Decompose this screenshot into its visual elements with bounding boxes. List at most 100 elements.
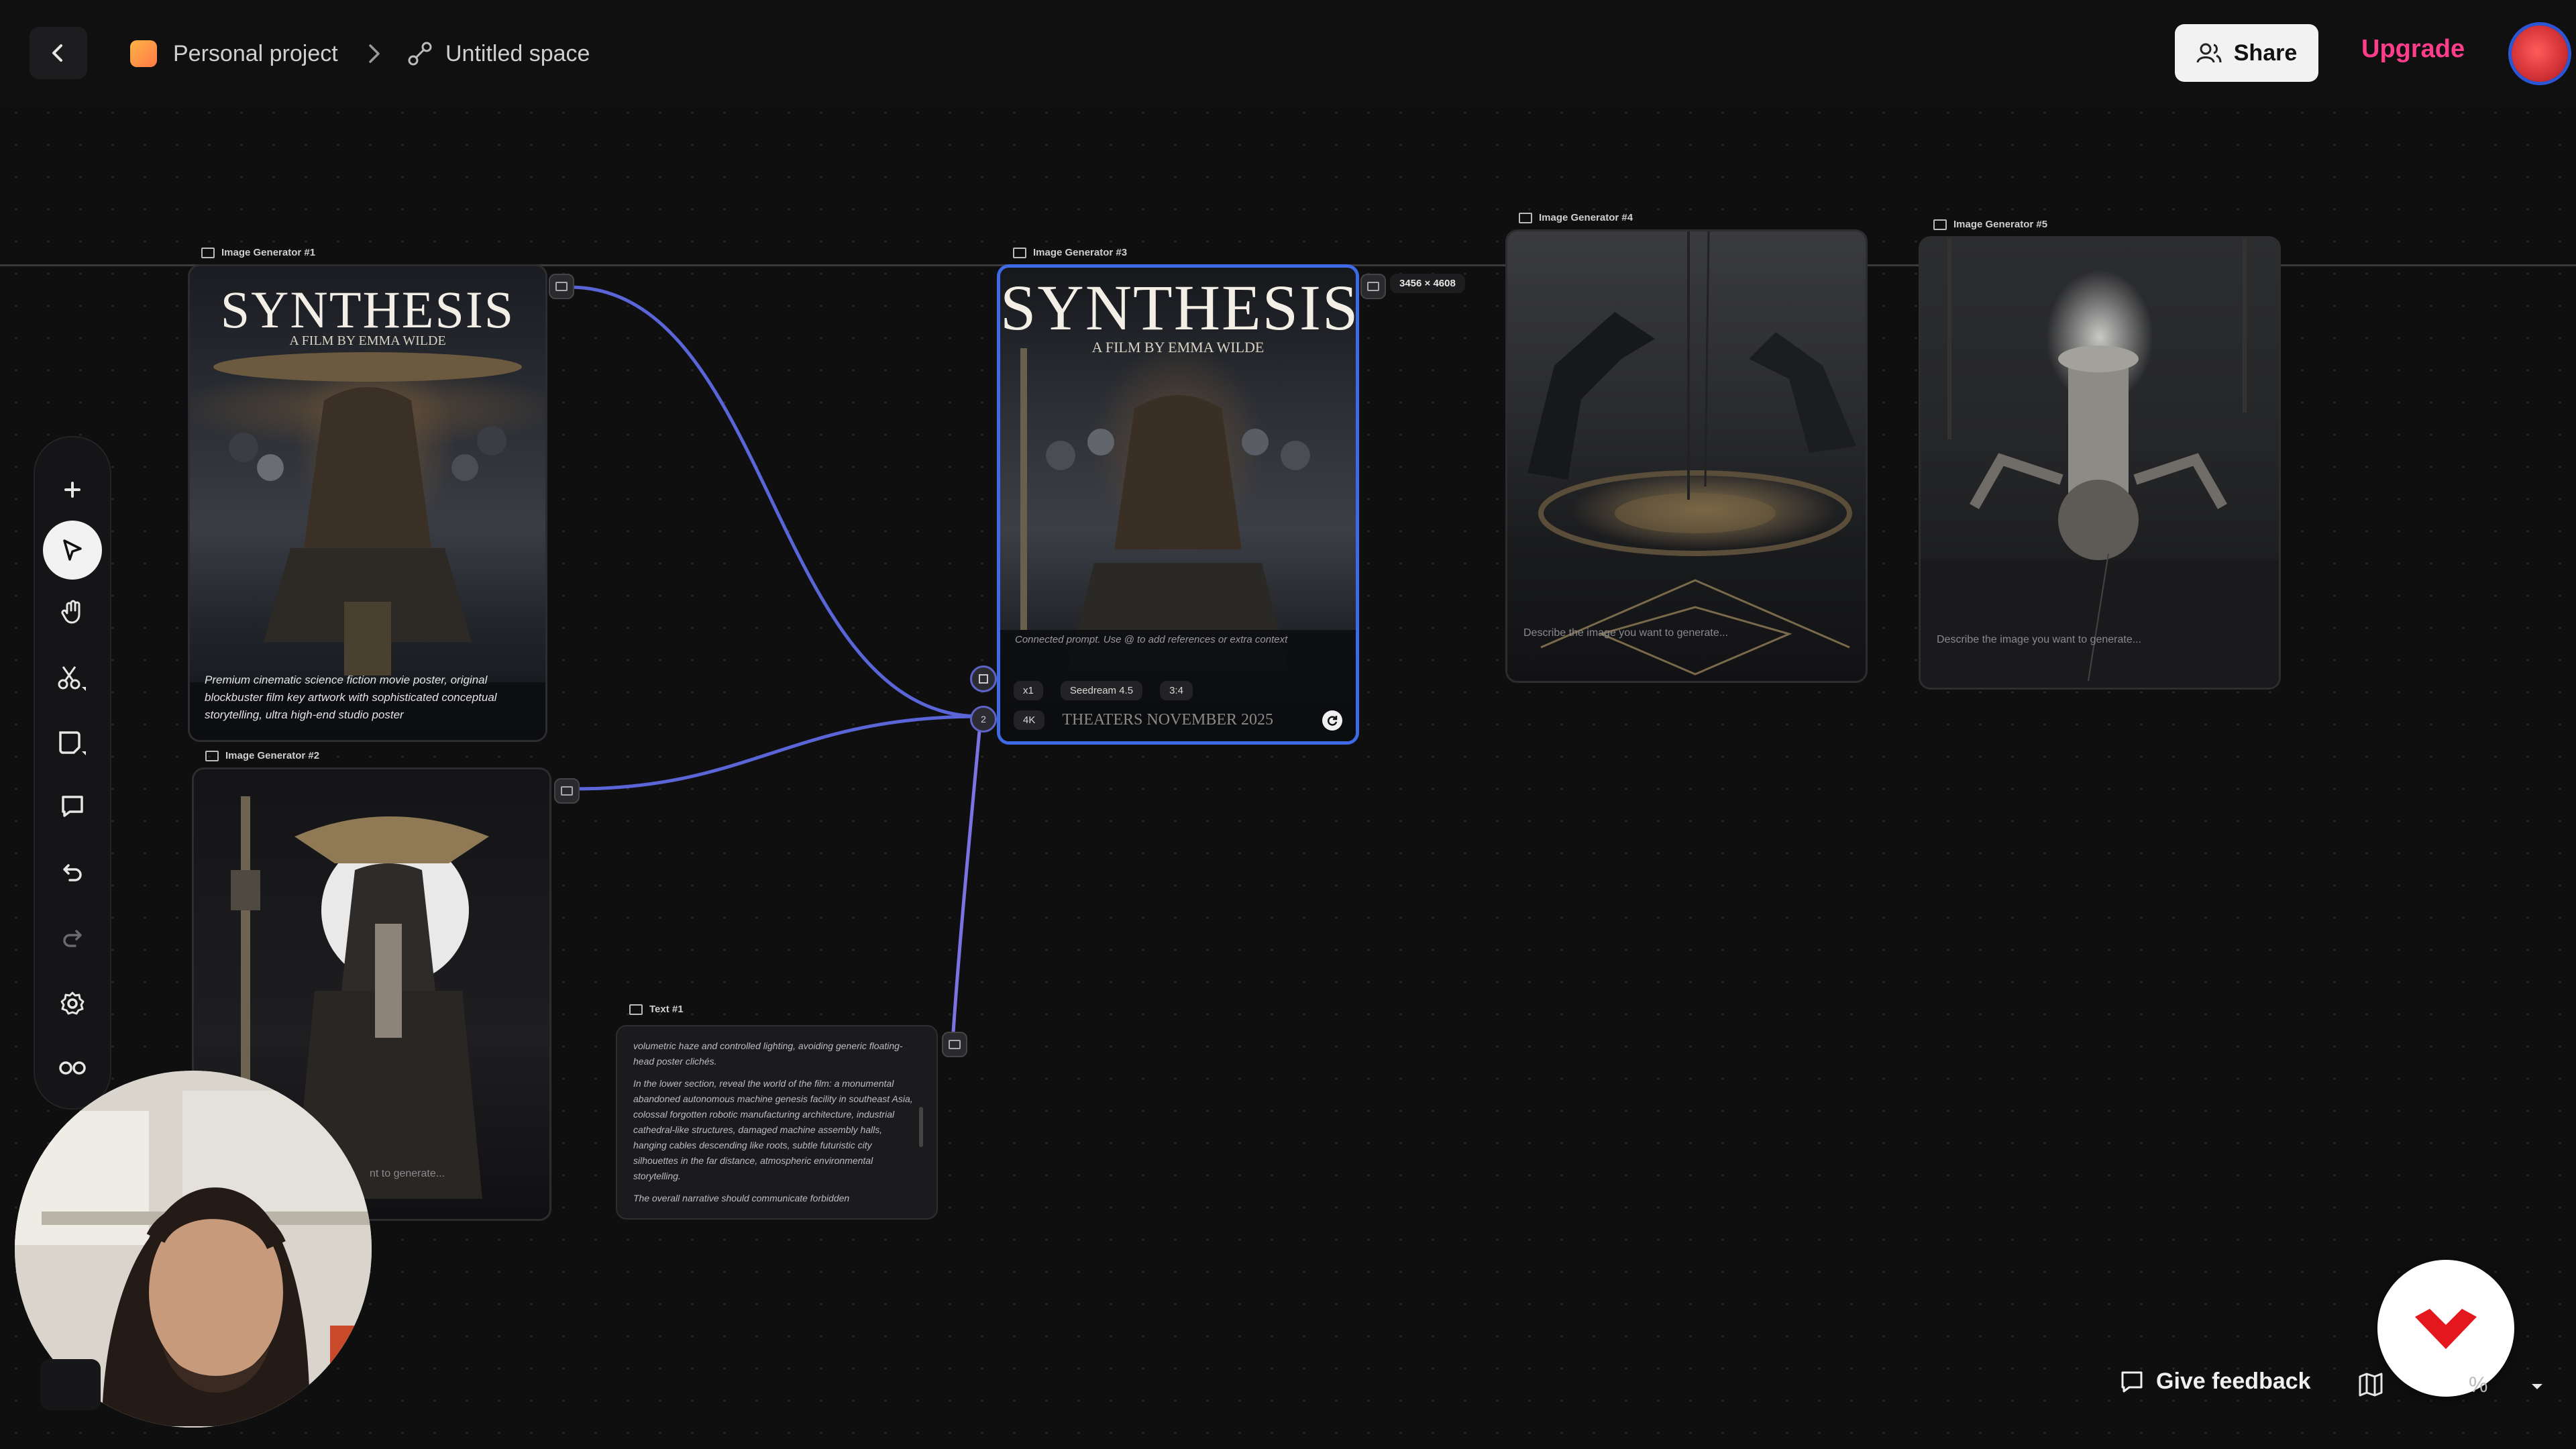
zoom-value: % [2469, 1373, 2488, 1397]
plus-icon [64, 482, 80, 498]
space-icon [408, 42, 432, 66]
node-label-gen3[interactable]: Image Generator #3 [1013, 247, 1127, 258]
edge-text1-to-gen3 [951, 716, 983, 1043]
text-icon [949, 1040, 961, 1049]
node-label-gen2[interactable]: Image Generator #2 [205, 750, 319, 761]
redo-button[interactable] [54, 919, 91, 957]
avatar[interactable] [2512, 25, 2568, 82]
output-port-gen2[interactable] [554, 778, 580, 804]
node-title: Image Generator #1 [221, 247, 316, 258]
node-title: Image Generator #4 [1539, 212, 1633, 223]
undo-button[interactable] [54, 853, 91, 891]
undo-icon [63, 864, 82, 881]
image-icon [561, 786, 573, 796]
quality-select[interactable]: 4K [1014, 710, 1045, 730]
chevron-down-icon [2532, 1384, 2543, 1389]
hand-tool[interactable] [54, 593, 91, 631]
text-icon [629, 1004, 643, 1015]
refresh-icon [1327, 716, 1338, 726]
node-label-gen5[interactable]: Image Generator #5 [1933, 219, 2047, 230]
node-title: Text #1 [649, 1004, 684, 1015]
image-input-port[interactable]: 2 [970, 706, 997, 733]
pointer-icon [63, 539, 82, 561]
project-name: Personal project [173, 40, 338, 66]
breadcrumb-space[interactable]: Untitled space [407, 35, 590, 72]
frame-icon [59, 731, 86, 755]
share-label: Share [2233, 40, 2298, 66]
chevron-right-icon [369, 44, 380, 63]
image-icon [1933, 219, 1947, 230]
image-generator-4[interactable]: Describe the image you want to generate.… [1505, 229, 1868, 683]
text-paragraph: The overall narrative should communicate… [633, 1193, 850, 1203]
prompt-placeholder[interactable]: Describe the image you want to generate.… [1523, 627, 1728, 639]
poster-subtitle: A FILM BY EMMA WILDE [1091, 339, 1265, 356]
text-content[interactable]: volumetric haze and controlled lighting,… [633, 1038, 915, 1213]
select-tool[interactable] [43, 521, 102, 580]
node-title: Image Generator #3 [1033, 247, 1128, 258]
scissors-icon [58, 666, 86, 691]
output-port-gen1[interactable] [549, 274, 574, 299]
prompt-input-port[interactable] [970, 665, 997, 692]
poster-title: SYNTHESIS [1000, 272, 1359, 343]
link-tool[interactable] [54, 1049, 91, 1087]
comment-icon [62, 796, 83, 817]
text-paragraph: volumetric haze and controlled lighting,… [633, 1040, 903, 1067]
prompt-placeholder[interactable]: nt to generate... [370, 1168, 445, 1180]
text-icon [979, 674, 988, 684]
image-icon [1367, 282, 1379, 291]
image-icon [205, 750, 219, 761]
settings-icon [60, 991, 85, 1015]
image-generator-1[interactable]: SYNTHESIS A FILM BY EMMA WILDE Premium c… [188, 264, 547, 742]
add-tool[interactable] [54, 471, 91, 508]
resolution-badge: 3456 × 4608 [1390, 274, 1465, 293]
input-count: 2 [981, 714, 986, 724]
map-icon [2359, 1373, 2383, 1397]
edge-gen1-to-gen3 [570, 285, 981, 718]
node-title: Image Generator #2 [225, 750, 320, 761]
generation-controls-2: 4K THEATERS NOVEMBER 2025 [1014, 710, 1273, 730]
node-label-gen1[interactable]: Image Generator #1 [201, 247, 315, 258]
zoom-level[interactable]: % [2469, 1373, 2544, 1397]
hand-icon [61, 600, 80, 624]
redo-icon [63, 930, 82, 947]
ratio-select[interactable]: 3:4 [1160, 681, 1193, 700]
generation-controls: x1 Seedream 4.5 3:4 [1014, 681, 1193, 700]
link-icon [59, 1061, 86, 1075]
cut-tool[interactable] [54, 659, 91, 696]
image-icon [555, 282, 568, 291]
factory-scene [1527, 231, 1856, 676]
generate-button[interactable] [1322, 710, 1342, 731]
edge-gen2-to-gen3 [575, 714, 981, 791]
poster-tagline: THEATERS NOVEMBER 2025 [1062, 711, 1274, 729]
minimap-button[interactable] [2357, 1371, 2384, 1401]
connected-prompt[interactable]: Connected prompt. Use @ to add reference… [1015, 633, 1330, 647]
panel-toggle-button[interactable] [40, 1359, 101, 1410]
poster-title: SYNTHESIS [220, 280, 515, 339]
breadcrumb-project[interactable]: Personal project [130, 35, 338, 72]
node-label-gen4[interactable]: Image Generator #4 [1519, 212, 1633, 223]
upgrade-button[interactable]: Upgrade [2361, 35, 2465, 64]
node-label-text1[interactable]: Text #1 [629, 1004, 684, 1015]
comment-tool[interactable] [54, 788, 91, 825]
image-generator-5[interactable]: Describe the image you want to generate.… [1919, 236, 2281, 690]
give-feedback-button[interactable]: Give feedback [2120, 1368, 2311, 1395]
scrollbar[interactable] [919, 1107, 923, 1147]
space-name: Untitled space [445, 40, 590, 66]
output-port-text1[interactable] [942, 1032, 967, 1057]
count-select[interactable]: x1 [1014, 681, 1043, 700]
top-bar: Personal project Untitled space Share Up… [0, 0, 2576, 107]
back-button[interactable] [30, 27, 87, 79]
prompt-placeholder[interactable]: Describe the image you want to generate.… [1937, 634, 2141, 646]
feedback-label: Give feedback [2156, 1368, 2311, 1394]
machine-hall-scene [1921, 238, 2279, 688]
image-generator-3[interactable]: SYNTHESIS A FILM BY EMMA WILDE Connected… [997, 264, 1359, 745]
node-title: Image Generator #5 [1953, 219, 2048, 230]
share-button[interactable]: Share [2175, 24, 2318, 82]
frame-tool[interactable] [54, 723, 91, 761]
settings-button[interactable] [54, 985, 91, 1022]
output-port-gen3[interactable] [1360, 274, 1386, 299]
text-node-1[interactable]: volumetric haze and controlled lighting,… [616, 1025, 938, 1220]
prompt-text[interactable]: Premium cinematic science fiction movie … [205, 672, 527, 724]
poster-subtitle: A FILM BY EMMA WILDE [289, 333, 446, 348]
model-select[interactable]: Seedream 4.5 [1060, 681, 1143, 700]
